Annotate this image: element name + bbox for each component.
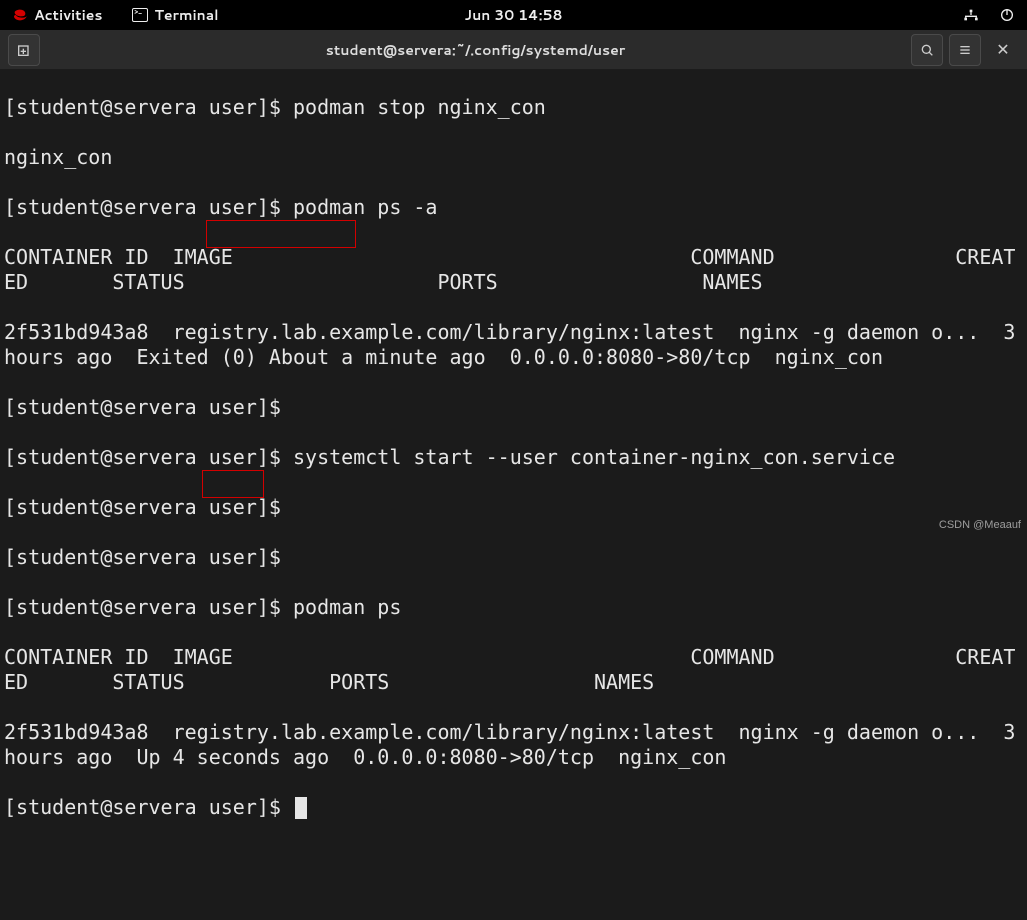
window-titlebar: student@servera:~/.config/systemd/user ✕	[0, 30, 1027, 70]
prompt-text: [student@servera user]$	[4, 545, 293, 569]
watermark-text: CSDN @Meaauf	[939, 519, 1021, 531]
network-icon[interactable]	[963, 7, 979, 23]
menu-button[interactable]	[949, 34, 981, 66]
prompt-text: [student@servera user]$	[4, 445, 293, 469]
output-text: CONTAINER ID IMAGE COMMAND CREATED STATU…	[4, 645, 1023, 695]
prompt-text: [student@servera user]$	[4, 95, 293, 119]
cursor	[295, 797, 307, 819]
output-text: 2f531bd943a8 registry.lab.example.com/li…	[4, 720, 1023, 770]
activities-button[interactable]: Activities	[12, 5, 102, 25]
command-text: podman stop nginx_con	[293, 95, 546, 119]
command-text: podman ps	[293, 595, 401, 619]
search-button[interactable]	[911, 34, 943, 66]
app-menu-terminal[interactable]: Terminal	[132, 5, 218, 25]
power-icon[interactable]	[999, 7, 1015, 23]
window-title: student@servera:~/.config/systemd/user	[46, 40, 905, 60]
redhat-icon	[12, 7, 28, 23]
prompt-text: [student@servera user]$	[4, 595, 293, 619]
clock[interactable]: Jun 30 14:58	[464, 5, 562, 25]
close-button[interactable]: ✕	[987, 34, 1019, 66]
highlight-up	[202, 470, 264, 498]
output-text: nginx_con	[4, 145, 1023, 170]
output-text: 2f531bd943a8 registry.lab.example.com/li…	[4, 320, 1023, 370]
gnome-top-bar: Activities Terminal Jun 30 14:58	[0, 0, 1027, 30]
app-menu-label: Terminal	[154, 5, 218, 25]
new-tab-button[interactable]	[8, 34, 40, 66]
activities-label: Activities	[34, 5, 102, 25]
prompt-text: [student@servera user]$	[4, 795, 293, 819]
command-text: podman ps -a	[293, 195, 438, 219]
terminal-output[interactable]: [student@servera user]$ podman stop ngin…	[0, 70, 1027, 920]
output-text: CONTAINER ID IMAGE COMMAND CREATED STATU…	[4, 245, 1023, 295]
prompt-text: [student@servera user]$	[4, 495, 293, 519]
highlight-exited	[206, 220, 356, 248]
terminal-icon	[132, 8, 148, 22]
prompt-text: [student@servera user]$	[4, 395, 293, 419]
prompt-text: [student@servera user]$	[4, 195, 293, 219]
command-text: systemctl start --user container-nginx_c…	[293, 445, 895, 469]
